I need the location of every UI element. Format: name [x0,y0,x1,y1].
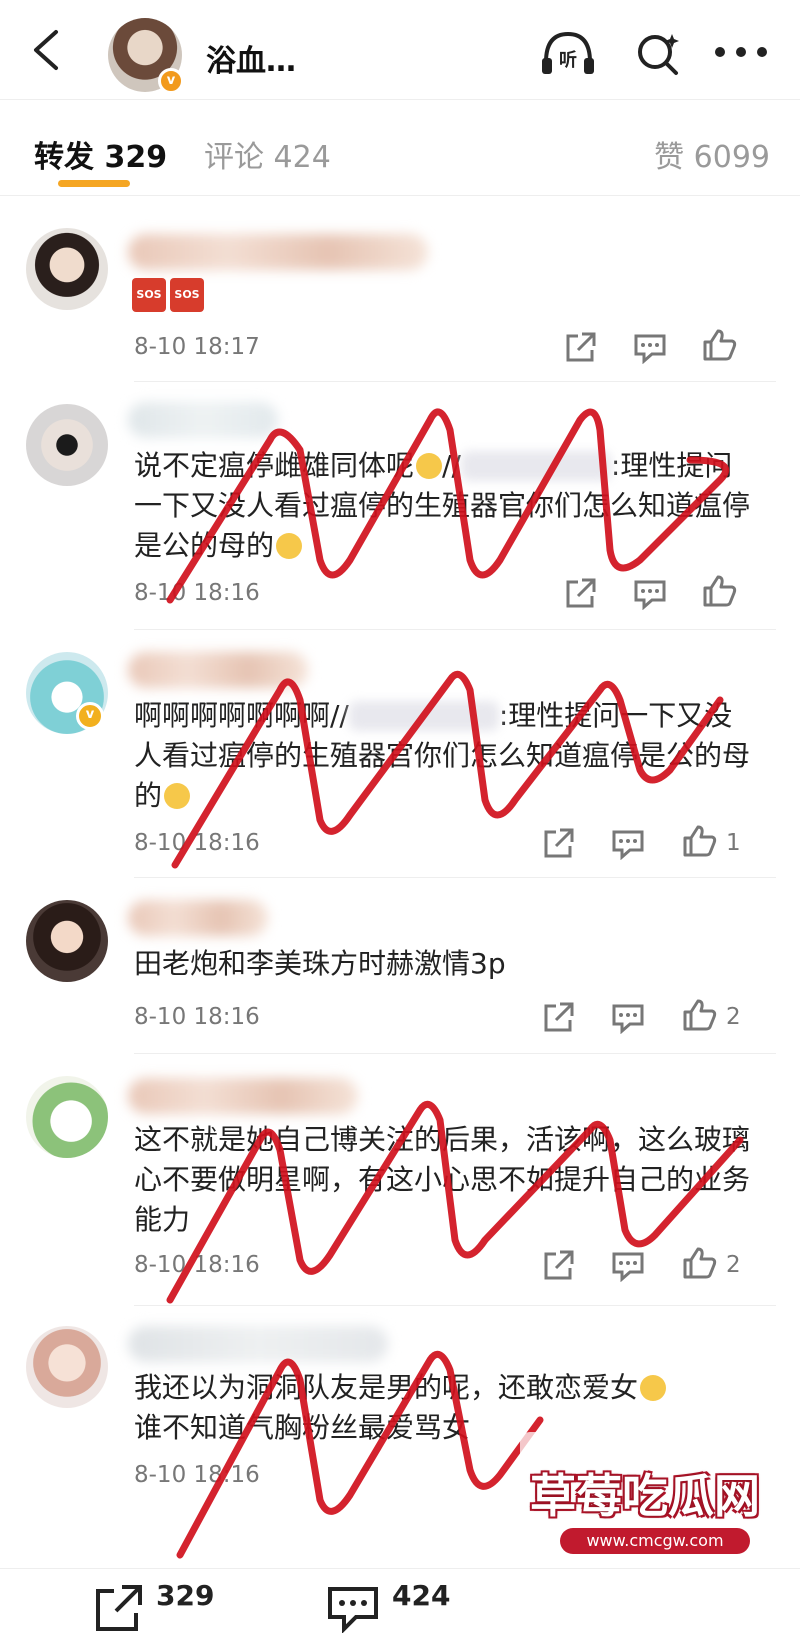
avatar[interactable] [26,404,108,486]
comment-bubble-icon[interactable] [610,1248,646,1282]
comment-time: 8-10 18:16 [134,1462,260,1488]
watermark-url: www.cmcgw.com [560,1528,750,1554]
comment-count[interactable]: 424 [392,1579,450,1612]
top-bar: v 浴血… 听 [0,0,800,100]
svg-text:听: 听 [559,49,577,71]
author-name[interactable]: 浴血… [206,36,296,80]
comment-text: 田老炮和李美珠方时赫激情3p [134,947,506,980]
more-options-icon[interactable] [714,44,768,60]
comment-text: 说不定瘟停雌雄同体呢//:理性提问一下又没人看过瘟停的生殖器官你们怎么知道瘟停是… [134,449,751,562]
watermark-logo-text: 草莓吃瓜网 [530,1469,760,1523]
forward-icon[interactable] [92,1583,144,1633]
tab-comment[interactable]: 评论 424 [204,132,331,176]
like-count: 2 [726,1004,741,1030]
tab-like[interactable]: 赞 6099 [654,132,770,176]
comment-icon[interactable] [326,1583,380,1633]
comment-bubble-icon[interactable] [610,1000,646,1034]
comment-bubble-icon[interactable] [632,330,668,364]
username-blurred [128,1326,388,1362]
share-icon[interactable] [540,1248,576,1282]
list-item: SOS SOS 8-10 18:17 [0,196,800,382]
like-count: 2 [726,1252,741,1278]
avatar[interactable] [26,900,108,982]
like-thumb-icon[interactable] [702,328,738,362]
sos-emoji-icon: SOS [170,278,204,312]
username-blurred [128,1078,358,1114]
comment-time: 8-10 18:16 [134,1004,260,1030]
like-thumb-icon[interactable] [682,824,718,858]
comment-time: 8-10 18:17 [134,334,260,360]
list-item: 这不就是她自己博关注的后果，活该啊，这么玻璃心不要做明星啊，有这小心思不如提升自… [0,1054,800,1306]
search-icon[interactable] [634,30,682,78]
comment-time: 8-10 18:16 [134,1252,260,1278]
avatar[interactable] [26,228,108,310]
username-blurred [128,652,308,688]
back-arrow-icon[interactable] [26,28,66,72]
forward-count[interactable]: 329 [156,1579,214,1612]
verified-badge-icon: v [76,702,104,730]
tab-forward[interactable]: 转发 329 [34,132,167,176]
share-icon[interactable] [540,826,576,860]
username-blurred [128,234,428,270]
like-thumb-icon[interactable] [702,574,738,608]
like-thumb-icon[interactable] [682,998,718,1032]
comment-bubble-icon[interactable] [632,576,668,610]
comment-time: 8-10 18:16 [134,580,260,606]
like-count: 1 [726,830,741,856]
list-item: 田老炮和李美珠方时赫激情3p 8-10 18:16 2 [0,878,800,1054]
share-icon[interactable] [562,330,598,364]
tab-bar: 转发 329 评论 424 赞 6099 [0,100,800,196]
username-blurred [128,900,268,936]
avatar[interactable] [26,1076,108,1158]
listen-headphones-icon[interactable]: 听 [540,28,596,78]
like-thumb-icon[interactable] [682,1246,718,1280]
list-item: v 啊啊啊啊啊啊啊//:理性提问一下又没人看过瘟停的生殖器官你们怎么知道瘟停是公… [0,630,800,878]
comment-time: 8-10 18:16 [134,830,260,856]
verified-badge-icon: v [158,68,184,94]
list-item: 说不定瘟停雌雄同体呢//:理性提问一下又没人看过瘟停的生殖器官你们怎么知道瘟停是… [0,382,800,630]
comment-bubble-icon[interactable] [610,826,646,860]
avatar[interactable] [26,1326,108,1408]
share-icon[interactable] [540,1000,576,1034]
share-icon[interactable] [562,576,598,610]
username-blurred [128,402,278,438]
comment-text: 啊啊啊啊啊啊啊//:理性提问一下又没人看过瘟停的生殖器官你们怎么知道瘟停是公的母… [134,699,751,812]
bottom-action-bar: 329 424 [0,1568,800,1641]
comment-text: 这不就是她自己博关注的后果，活该啊，这么玻璃心不要做明星啊，有这小心思不如提升自… [134,1123,751,1236]
sos-emoji-icon: SOS [132,278,166,312]
active-tab-indicator [58,180,130,187]
